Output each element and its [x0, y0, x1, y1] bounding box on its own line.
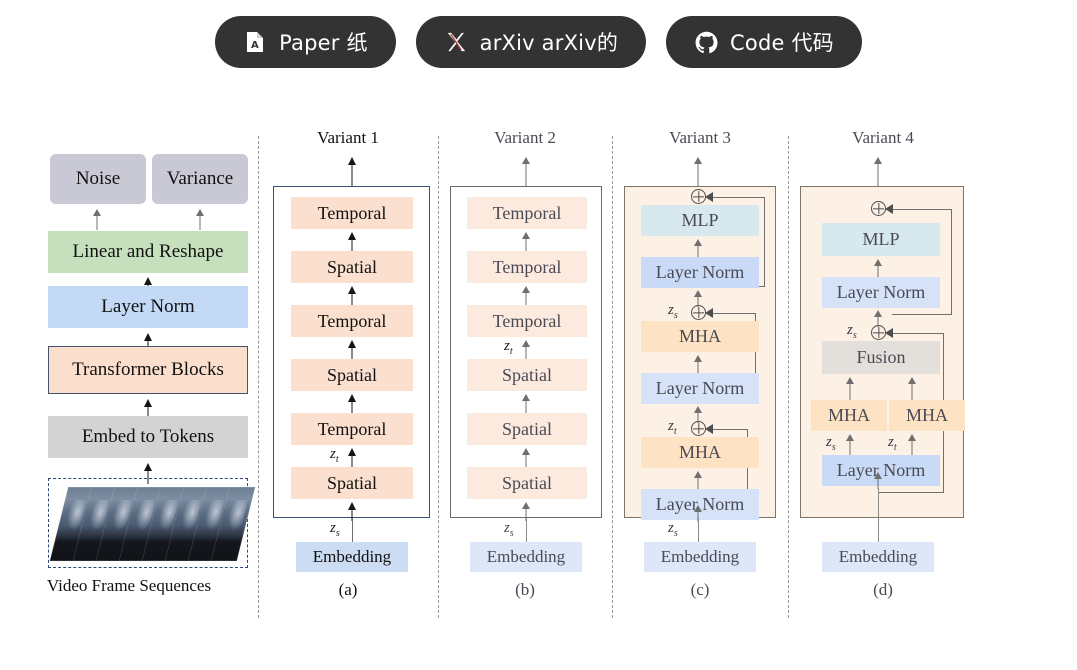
code-link-button[interactable]: Code 代码: [666, 16, 862, 68]
arxiv-link-label: arXiv arXiv的: [479, 31, 619, 55]
output-noise-label: Noise: [75, 168, 121, 189]
variant-2-embedding-line: [526, 518, 527, 542]
variant-1-embedding-block: Embedding: [296, 542, 408, 572]
variant-3-residual-2-horizontal: [712, 312, 755, 314]
variant-3-residual-3-arrowhead: [705, 191, 713, 202]
variant-4-block-mha-right: MHA: [889, 400, 965, 431]
pipeline-block-layer-norm: Layer Norm: [48, 286, 248, 328]
variant-4-block-layer-norm-top: Layer Norm: [822, 277, 940, 308]
variant-3-block-mlp: MLP: [641, 205, 759, 236]
variant-3-caption: (c): [690, 580, 710, 599]
variant-3-residual-3-horizontal: [712, 196, 764, 198]
variant-4-block-mha-left: MHA: [811, 400, 887, 431]
variant-4-residual-2-vertical: [951, 208, 952, 315]
code-link-label: Code 代码: [730, 31, 834, 55]
pipeline-block-linear-and-reshape: Linear and Reshape: [48, 231, 248, 273]
variant-1-embedding-line: [352, 518, 353, 542]
variant-4-residual-2-arrowhead: [885, 203, 893, 214]
variant-1-zs-label: zs: [330, 520, 340, 539]
variant-4-column: Variant 4 MLP Layer Norm zs Fusion MHA M…: [788, 128, 978, 618]
variant-4-zt-right-label: zt: [888, 434, 897, 453]
variant-4-residual-2-horizontal: [892, 208, 951, 210]
embed-to-tokens-label: Embed to Tokens: [81, 426, 215, 447]
variant-3-block-mha-upper: MHA: [641, 321, 759, 352]
svg-text:A: A: [251, 40, 259, 51]
variant-3-zs-label: zs: [668, 520, 678, 539]
variant-3-residual-2-arrowhead: [705, 307, 713, 318]
variant-3-block-mha-lower: MHA: [641, 437, 759, 468]
variant-4-embedding-line: [878, 488, 879, 542]
variant-1-block-3: Spatial: [291, 359, 413, 391]
variant-3-embedding-line: [698, 518, 699, 542]
variant-1-zt-label: zt: [330, 446, 339, 465]
variant-3-column: Variant 3 MLP Layer Norm zs MHA Layer No…: [612, 128, 788, 618]
variant-1-column: Variant 1 Temporal Spatial Temporal Spat…: [258, 128, 438, 618]
output-block-variance: Variance: [152, 154, 248, 204]
variant-4-residual-2-tap: [892, 314, 951, 315]
paper-link-label: Paper 纸: [279, 31, 368, 55]
variant-4-block-mlp: MLP: [822, 223, 940, 256]
paper-link-button[interactable]: A Paper 纸: [215, 16, 396, 68]
variant-4-residual-add-middle: [871, 325, 886, 340]
variant-1-caption: (a): [338, 580, 358, 599]
x-logo-icon: [444, 30, 468, 54]
variant-3-residual-add-bottom: [691, 421, 706, 436]
variant-4-residual-1-tap: [878, 492, 943, 493]
variant-2-column: Variant 2 Temporal Temporal Temporal zt …: [438, 128, 612, 618]
video-frame-sequences-caption: Video Frame Sequences: [46, 576, 212, 595]
variant-4-zs-top-label: zs: [847, 322, 857, 341]
variant-1-block-6: Temporal: [291, 197, 413, 229]
variant-4-caption: (d): [873, 580, 893, 599]
variant-3-residual-add-top: [691, 189, 706, 204]
variant-3-residual-3-vertical: [764, 196, 765, 287]
variant-2-embedding-block: Embedding: [470, 542, 582, 572]
variant-1-block-1: Spatial: [291, 467, 413, 499]
pipeline-block-transformer-blocks: Transformer Blocks: [48, 346, 248, 394]
variant-3-zt-label: zt: [668, 418, 677, 437]
variant-1-block-4: Temporal: [291, 305, 413, 337]
variant-3-residual-1-horizontal: [712, 428, 747, 430]
variant-1-block-2: Temporal: [291, 413, 413, 445]
output-block-noise: Noise: [50, 154, 146, 204]
variant-1-title: Variant 1: [317, 128, 379, 147]
variant-2-block-4: Temporal: [467, 305, 587, 337]
arxiv-link-button[interactable]: arXiv arXiv的: [415, 16, 647, 68]
variant-2-block-1: Spatial: [467, 467, 587, 499]
output-variance-label: Variance: [166, 168, 234, 189]
variant-2-block-2: Spatial: [467, 413, 587, 445]
variant-2-caption: (b): [515, 580, 535, 599]
video-frame-sequence-box: [48, 478, 256, 568]
pipeline-block-embed-to-tokens: Embed to Tokens: [48, 416, 248, 458]
variant-2-block-6: Temporal: [467, 197, 587, 229]
variant-4-title: Variant 4: [852, 128, 914, 147]
variant-4-embedding-block: Embedding: [822, 542, 934, 572]
variant-2-block-3: Spatial: [467, 359, 587, 391]
variant-4-zs-left-label: zs: [826, 434, 836, 453]
variant-4-residual-add-top: [871, 201, 886, 216]
variant-3-residual-add-middle: [691, 305, 706, 320]
github-icon: [694, 30, 718, 54]
variant-3-title: Variant 3: [669, 128, 731, 147]
architecture-figure: Noise Variance Linear and Reshape Layer …: [0, 128, 1077, 618]
variant-4-residual-1-horizontal: [892, 332, 943, 334]
variant-4-block-layer-norm-bottom: Layer Norm: [822, 455, 940, 486]
variant-2-block-5: Temporal: [467, 251, 587, 283]
variant-2-zt-label: zt: [504, 338, 513, 357]
overall-pipeline-column: Noise Variance Linear and Reshape Layer …: [0, 128, 258, 618]
variant-4-residual-1-arrowhead: [885, 327, 893, 338]
variant-3-embedding-block: Embedding: [644, 542, 756, 572]
variant-3-block-layer-norm-top: Layer Norm: [641, 257, 759, 288]
variant-3-block-layer-norm-middle: Layer Norm: [641, 373, 759, 404]
variant-3-residual-1-arrowhead: [705, 423, 713, 434]
variant-2-zs-label: zs: [504, 520, 514, 539]
linear-and-reshape-label: Linear and Reshape: [72, 241, 224, 262]
variant-2-title: Variant 2: [494, 128, 556, 147]
pipeline-layer-norm-label: Layer Norm: [101, 296, 195, 317]
variant-3-zs-mid-label: zs: [668, 302, 678, 321]
pdf-file-icon: A: [243, 30, 267, 54]
link-button-bar: A Paper 纸 arXiv arXiv的 Code 代码: [0, 16, 1077, 68]
variant-4-block-fusion: Fusion: [822, 341, 940, 374]
variant-1-block-5: Spatial: [291, 251, 413, 283]
transformer-blocks-label: Transformer Blocks: [72, 359, 224, 380]
